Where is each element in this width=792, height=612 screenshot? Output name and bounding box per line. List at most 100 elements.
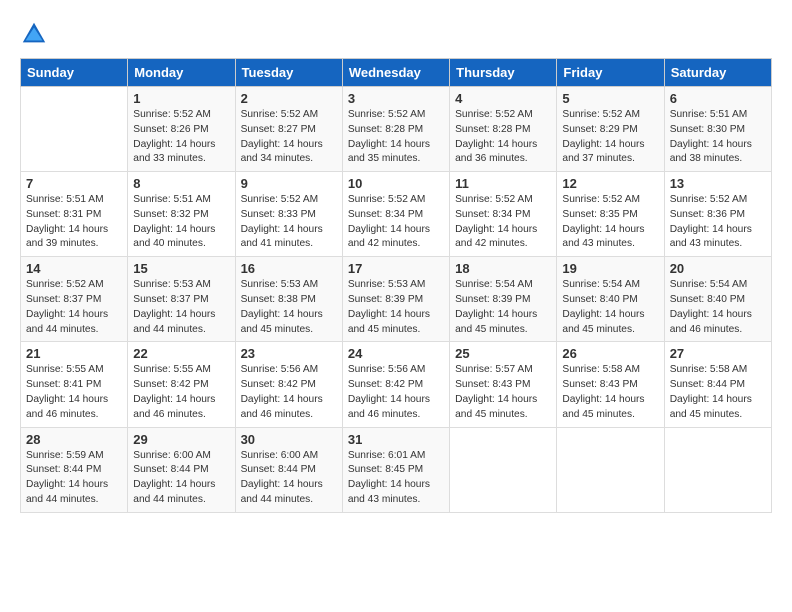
week-row-4: 21 Sunrise: 5:55 AM Sunset: 8:41 PM Dayli… bbox=[21, 342, 772, 427]
day-number: 6 bbox=[670, 91, 766, 106]
cell-content: Sunrise: 5:52 AM Sunset: 8:35 PM Dayligh… bbox=[562, 193, 658, 252]
calendar-cell: 15 Sunrise: 5:53 AM Sunset: 8:37 PM Dayli… bbox=[128, 257, 235, 342]
calendar-cell bbox=[664, 427, 771, 512]
col-header-monday: Monday bbox=[128, 59, 235, 87]
calendar-cell: 21 Sunrise: 5:55 AM Sunset: 8:41 PM Dayli… bbox=[21, 342, 128, 427]
day-number: 25 bbox=[455, 346, 551, 361]
calendar-cell bbox=[21, 87, 128, 172]
day-number: 4 bbox=[455, 91, 551, 106]
calendar-cell: 9Sunrise: 5:52 AM Sunset: 8:33 PM Daylig… bbox=[235, 172, 342, 257]
calendar-cell bbox=[557, 427, 664, 512]
calendar-cell: 20Sunrise: 5:54 AM Sunset: 8:40 PM Dayli… bbox=[664, 257, 771, 342]
day-number: 30 bbox=[241, 432, 337, 447]
cell-content: Sunrise: 5:52 AM Sunset: 8:28 PM Dayligh… bbox=[348, 108, 444, 167]
calendar-cell: 3 Sunrise: 5:52 AM Sunset: 8:28 PM Daylig… bbox=[342, 87, 449, 172]
day-number: 31 bbox=[348, 432, 444, 447]
cell-content: Sunrise: 5:52 AM Sunset: 8:34 PM Dayligh… bbox=[348, 193, 444, 252]
day-number: 21 bbox=[26, 346, 122, 361]
col-header-sunday: Sunday bbox=[21, 59, 128, 87]
cell-content: Sunrise: 5:51 AM Sunset: 8:30 PM Dayligh… bbox=[670, 108, 766, 167]
day-number: 5 bbox=[562, 91, 658, 106]
calendar-cell: 23Sunrise: 5:56 AM Sunset: 8:42 PM Dayli… bbox=[235, 342, 342, 427]
calendar-cell: 10 Sunrise: 5:52 AM Sunset: 8:34 PM Dayli… bbox=[342, 172, 449, 257]
calendar-cell: 11Sunrise: 5:52 AM Sunset: 8:34 PM Dayli… bbox=[450, 172, 557, 257]
calendar-cell: 2 Sunrise: 5:52 AM Sunset: 8:27 PM Daylig… bbox=[235, 87, 342, 172]
day-number: 28 bbox=[26, 432, 122, 447]
week-row-3: 14 Sunrise: 5:52 AM Sunset: 8:37 PM Dayli… bbox=[21, 257, 772, 342]
calendar-cell bbox=[450, 427, 557, 512]
day-number: 19 bbox=[562, 261, 658, 276]
logo-icon bbox=[20, 20, 48, 48]
day-number: 27 bbox=[670, 346, 766, 361]
day-number: 18 bbox=[455, 261, 551, 276]
cell-content: Sunrise: 6:01 AM Sunset: 8:45 PM Dayligh… bbox=[348, 449, 444, 508]
calendar-cell: 31 Sunrise: 6:01 AM Sunset: 8:45 PM Dayli… bbox=[342, 427, 449, 512]
day-number: 29 bbox=[133, 432, 229, 447]
col-header-saturday: Saturday bbox=[664, 59, 771, 87]
day-number: 9 bbox=[241, 176, 337, 191]
cell-content: Sunrise: 5:53 AM Sunset: 8:39 PM Dayligh… bbox=[348, 278, 444, 337]
cell-content: Sunrise: 6:00 AM Sunset: 8:44 PM Dayligh… bbox=[133, 449, 229, 508]
cell-content: Sunrise: 5:58 AM Sunset: 8:43 PM Dayligh… bbox=[562, 363, 658, 422]
cell-content: Sunrise: 5:52 AM Sunset: 8:37 PM Dayligh… bbox=[26, 278, 122, 337]
day-number: 11 bbox=[455, 176, 551, 191]
cell-content: Sunrise: 5:57 AM Sunset: 8:43 PM Dayligh… bbox=[455, 363, 551, 422]
day-number: 13 bbox=[670, 176, 766, 191]
week-row-2: 7 Sunrise: 5:51 AM Sunset: 8:31 PM Daylig… bbox=[21, 172, 772, 257]
calendar-cell: 18Sunrise: 5:54 AM Sunset: 8:39 PM Dayli… bbox=[450, 257, 557, 342]
logo bbox=[20, 20, 52, 48]
calendar-cell: 16 Sunrise: 5:53 AM Sunset: 8:38 PM Dayli… bbox=[235, 257, 342, 342]
cell-content: Sunrise: 5:51 AM Sunset: 8:31 PM Dayligh… bbox=[26, 193, 122, 252]
calendar-cell: 8 Sunrise: 5:51 AM Sunset: 8:32 PM Daylig… bbox=[128, 172, 235, 257]
calendar-cell: 4 Sunrise: 5:52 AM Sunset: 8:28 PM Daylig… bbox=[450, 87, 557, 172]
day-number: 22 bbox=[133, 346, 229, 361]
cell-content: Sunrise: 5:52 AM Sunset: 8:28 PM Dayligh… bbox=[455, 108, 551, 167]
calendar-cell: 29 Sunrise: 6:00 AM Sunset: 8:44 PM Dayli… bbox=[128, 427, 235, 512]
calendar-cell: 5 Sunrise: 5:52 AM Sunset: 8:29 PM Daylig… bbox=[557, 87, 664, 172]
day-number: 17 bbox=[348, 261, 444, 276]
page-header bbox=[20, 20, 772, 48]
cell-content: Sunrise: 5:51 AM Sunset: 8:32 PM Dayligh… bbox=[133, 193, 229, 252]
calendar-cell: 13 Sunrise: 5:52 AM Sunset: 8:36 PM Dayli… bbox=[664, 172, 771, 257]
day-number: 16 bbox=[241, 261, 337, 276]
calendar-cell: 19 Sunrise: 5:54 AM Sunset: 8:40 PM Dayli… bbox=[557, 257, 664, 342]
day-number: 15 bbox=[133, 261, 229, 276]
day-number: 20 bbox=[670, 261, 766, 276]
day-number: 26 bbox=[562, 346, 658, 361]
calendar-cell: 30 Sunrise: 6:00 AM Sunset: 8:44 PM Dayli… bbox=[235, 427, 342, 512]
day-number: 23 bbox=[241, 346, 337, 361]
day-number: 10 bbox=[348, 176, 444, 191]
cell-content: Sunrise: 5:53 AM Sunset: 8:38 PM Dayligh… bbox=[241, 278, 337, 337]
calendar-cell: 1Sunrise: 5:52 AM Sunset: 8:26 PM Daylig… bbox=[128, 87, 235, 172]
day-number: 3 bbox=[348, 91, 444, 106]
cell-content: Sunrise: 5:56 AM Sunset: 8:42 PM Dayligh… bbox=[348, 363, 444, 422]
cell-content: Sunrise: 5:55 AM Sunset: 8:42 PM Dayligh… bbox=[133, 363, 229, 422]
calendar-cell: 28Sunrise: 5:59 AM Sunset: 8:44 PM Dayli… bbox=[21, 427, 128, 512]
day-number: 12 bbox=[562, 176, 658, 191]
week-row-1: 1Sunrise: 5:52 AM Sunset: 8:26 PM Daylig… bbox=[21, 87, 772, 172]
calendar-cell: 27Sunrise: 5:58 AM Sunset: 8:44 PM Dayli… bbox=[664, 342, 771, 427]
cell-content: Sunrise: 5:55 AM Sunset: 8:41 PM Dayligh… bbox=[26, 363, 122, 422]
calendar-cell: 6 Sunrise: 5:51 AM Sunset: 8:30 PM Daylig… bbox=[664, 87, 771, 172]
week-row-5: 28Sunrise: 5:59 AM Sunset: 8:44 PM Dayli… bbox=[21, 427, 772, 512]
calendar-cell: 17 Sunrise: 5:53 AM Sunset: 8:39 PM Dayli… bbox=[342, 257, 449, 342]
cell-content: Sunrise: 5:52 AM Sunset: 8:27 PM Dayligh… bbox=[241, 108, 337, 167]
calendar-cell: 14 Sunrise: 5:52 AM Sunset: 8:37 PM Dayli… bbox=[21, 257, 128, 342]
day-number: 14 bbox=[26, 261, 122, 276]
day-number: 2 bbox=[241, 91, 337, 106]
cell-content: Sunrise: 5:54 AM Sunset: 8:40 PM Dayligh… bbox=[562, 278, 658, 337]
cell-content: Sunrise: 6:00 AM Sunset: 8:44 PM Dayligh… bbox=[241, 449, 337, 508]
col-header-thursday: Thursday bbox=[450, 59, 557, 87]
calendar-cell: 25 Sunrise: 5:57 AM Sunset: 8:43 PM Dayli… bbox=[450, 342, 557, 427]
day-number: 1 bbox=[133, 91, 229, 106]
cell-content: Sunrise: 5:52 AM Sunset: 8:36 PM Dayligh… bbox=[670, 193, 766, 252]
cell-content: Sunrise: 5:53 AM Sunset: 8:37 PM Dayligh… bbox=[133, 278, 229, 337]
cell-content: Sunrise: 5:52 AM Sunset: 8:29 PM Dayligh… bbox=[562, 108, 658, 167]
col-header-friday: Friday bbox=[557, 59, 664, 87]
day-number: 7 bbox=[26, 176, 122, 191]
day-number: 24 bbox=[348, 346, 444, 361]
day-number: 8 bbox=[133, 176, 229, 191]
col-header-wednesday: Wednesday bbox=[342, 59, 449, 87]
calendar-cell: 26 Sunrise: 5:58 AM Sunset: 8:43 PM Dayli… bbox=[557, 342, 664, 427]
calendar-cell: 22 Sunrise: 5:55 AM Sunset: 8:42 PM Dayli… bbox=[128, 342, 235, 427]
